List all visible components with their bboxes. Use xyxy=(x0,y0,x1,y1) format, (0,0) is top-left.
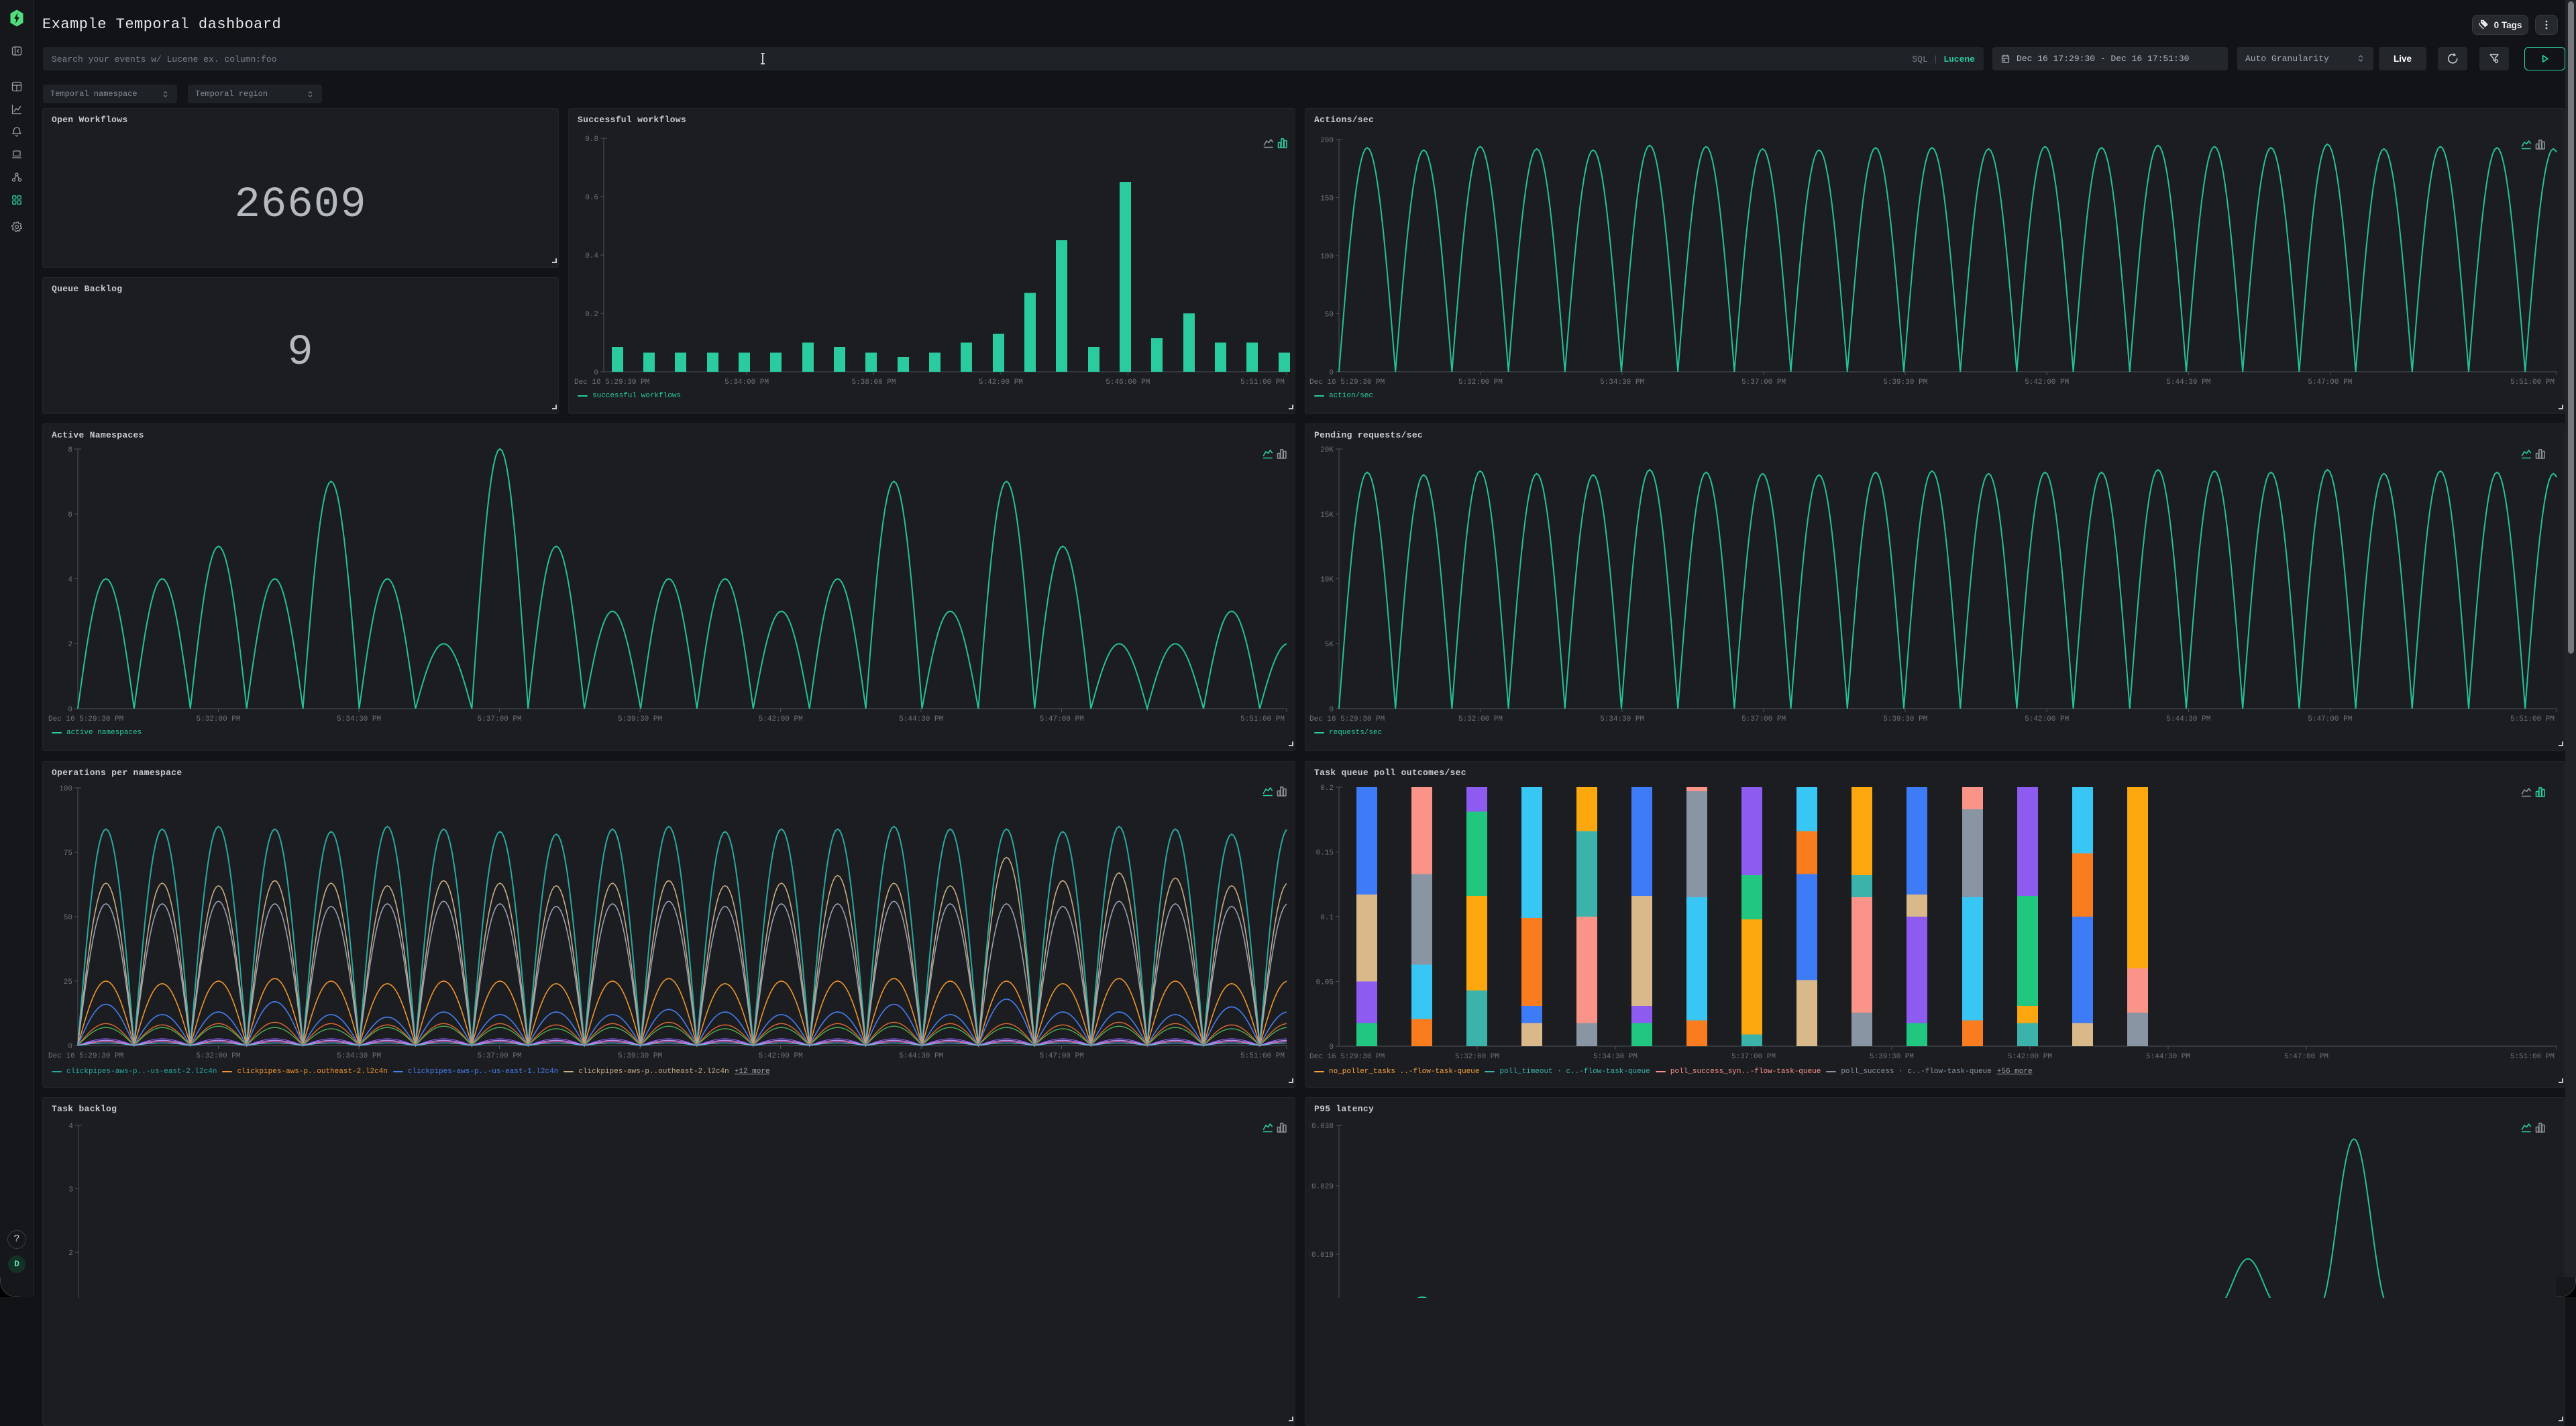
svg-text:Dec 16 5:29:30 PM: Dec 16 5:29:30 PM xyxy=(1309,715,1385,723)
svg-text:5:44:30 PM: 5:44:30 PM xyxy=(899,715,943,723)
svg-text:5:39:30 PM: 5:39:30 PM xyxy=(1870,1053,1914,1061)
svg-text:0.019: 0.019 xyxy=(1311,1252,1334,1260)
svg-text:Dec 16 5:29:30 PM: Dec 16 5:29:30 PM xyxy=(48,715,123,723)
svg-text:5:44:30 PM: 5:44:30 PM xyxy=(2166,715,2210,723)
svg-text:0: 0 xyxy=(1329,369,1334,377)
svg-text:50: 50 xyxy=(1325,311,1334,319)
svg-text:Dec 16 5:29:30 PM: Dec 16 5:29:30 PM xyxy=(574,378,649,387)
svg-text:6: 6 xyxy=(68,511,72,519)
svg-text:8: 8 xyxy=(68,446,72,454)
svg-text:0.2: 0.2 xyxy=(585,311,598,319)
svg-text:5:34:00 PM: 5:34:00 PM xyxy=(724,378,769,387)
svg-text:5:39:30 PM: 5:39:30 PM xyxy=(1883,715,1927,723)
svg-text:5:37:00 PM: 5:37:00 PM xyxy=(478,1052,522,1060)
svg-text:5:34:30 PM: 5:34:30 PM xyxy=(1593,1053,1638,1061)
svg-text:0.05: 0.05 xyxy=(1316,979,1334,987)
svg-text:5:32:00 PM: 5:32:00 PM xyxy=(1458,715,1503,723)
svg-text:0.038: 0.038 xyxy=(1311,1123,1334,1131)
svg-text:5:37:00 PM: 5:37:00 PM xyxy=(1741,378,1786,387)
svg-text:5:47:00 PM: 5:47:00 PM xyxy=(2308,715,2352,723)
svg-text:5:42:00 PM: 5:42:00 PM xyxy=(759,715,803,723)
svg-text:5:42:00 PM: 5:42:00 PM xyxy=(2025,378,2069,387)
svg-text:5:51:00 PM: 5:51:00 PM xyxy=(2510,378,2555,387)
svg-text:2: 2 xyxy=(68,641,72,649)
svg-text:5:32:00 PM: 5:32:00 PM xyxy=(196,1052,240,1060)
svg-text:15K: 15K xyxy=(1320,511,1334,519)
svg-text:5:44:30 PM: 5:44:30 PM xyxy=(899,1052,943,1060)
svg-text:0.8: 0.8 xyxy=(585,136,598,144)
svg-text:5:51:00 PM: 5:51:00 PM xyxy=(2510,715,2555,723)
svg-text:5:32:00 PM: 5:32:00 PM xyxy=(1455,1053,1499,1061)
svg-text:0.15: 0.15 xyxy=(1316,850,1334,858)
svg-text:Dec 16 5:29:30 PM: Dec 16 5:29:30 PM xyxy=(1309,378,1385,387)
svg-text:5:47:00 PM: 5:47:00 PM xyxy=(1040,1052,1084,1060)
svg-text:100: 100 xyxy=(59,785,72,793)
svg-text:150: 150 xyxy=(1320,195,1334,203)
svg-text:4: 4 xyxy=(68,576,72,584)
svg-text:2: 2 xyxy=(68,1250,73,1258)
svg-text:5:51:00 PM: 5:51:00 PM xyxy=(2510,1053,2555,1061)
svg-text:5:47:00 PM: 5:47:00 PM xyxy=(2284,1053,2328,1061)
svg-text:5:42:00 PM: 5:42:00 PM xyxy=(759,1052,803,1060)
svg-text:0.4: 0.4 xyxy=(585,252,598,260)
svg-text:5:47:00 PM: 5:47:00 PM xyxy=(2308,378,2352,387)
svg-text:5:34:30 PM: 5:34:30 PM xyxy=(1600,715,1644,723)
svg-text:5:37:00 PM: 5:37:00 PM xyxy=(478,715,522,723)
svg-text:25: 25 xyxy=(64,978,72,986)
svg-text:5:38:00 PM: 5:38:00 PM xyxy=(851,378,896,387)
svg-text:3: 3 xyxy=(68,1186,73,1194)
svg-text:5:42:00 PM: 5:42:00 PM xyxy=(979,378,1023,387)
svg-text:5:39:30 PM: 5:39:30 PM xyxy=(1883,378,1927,387)
svg-text:100: 100 xyxy=(1320,253,1334,261)
svg-text:5:51:00 PM: 5:51:00 PM xyxy=(1240,715,1285,723)
svg-text:0: 0 xyxy=(68,1043,72,1051)
svg-text:5:34:30 PM: 5:34:30 PM xyxy=(337,1052,381,1060)
svg-text:0.6: 0.6 xyxy=(585,194,598,202)
svg-text:10K: 10K xyxy=(1320,576,1334,584)
svg-text:0: 0 xyxy=(68,706,72,714)
svg-text:0: 0 xyxy=(594,369,598,377)
svg-text:200: 200 xyxy=(1320,137,1334,145)
svg-text:5:44:30 PM: 5:44:30 PM xyxy=(2146,1053,2190,1061)
svg-text:5K: 5K xyxy=(1325,641,1334,649)
svg-text:75: 75 xyxy=(64,850,72,858)
svg-text:5:51:00 PM: 5:51:00 PM xyxy=(1240,378,1285,387)
svg-text:0: 0 xyxy=(1329,1043,1334,1052)
svg-text:0.2: 0.2 xyxy=(1320,784,1334,793)
svg-text:5:37:00 PM: 5:37:00 PM xyxy=(1741,715,1786,723)
svg-text:5:44:30 PM: 5:44:30 PM xyxy=(2166,378,2210,387)
svg-text:Dec 16 5:29:30 PM: Dec 16 5:29:30 PM xyxy=(48,1052,123,1060)
svg-text:20K: 20K xyxy=(1320,446,1334,454)
svg-text:0: 0 xyxy=(1329,706,1334,714)
svg-text:50: 50 xyxy=(64,914,72,922)
svg-text:4: 4 xyxy=(68,1123,73,1131)
svg-text:5:34:30 PM: 5:34:30 PM xyxy=(337,715,381,723)
svg-text:5:47:00 PM: 5:47:00 PM xyxy=(1040,715,1084,723)
svg-text:5:39:30 PM: 5:39:30 PM xyxy=(618,715,662,723)
svg-text:5:32:00 PM: 5:32:00 PM xyxy=(1458,378,1503,387)
svg-text:0.029: 0.029 xyxy=(1311,1183,1334,1191)
svg-text:5:42:00 PM: 5:42:00 PM xyxy=(2008,1053,2052,1061)
svg-text:5:46:00 PM: 5:46:00 PM xyxy=(1106,378,1150,387)
svg-text:0.1: 0.1 xyxy=(1320,914,1334,922)
svg-text:5:34:30 PM: 5:34:30 PM xyxy=(1600,378,1644,387)
svg-text:5:42:00 PM: 5:42:00 PM xyxy=(2025,715,2069,723)
svg-text:5:39:30 PM: 5:39:30 PM xyxy=(618,1052,662,1060)
svg-text:Dec 16 5:29:30 PM: Dec 16 5:29:30 PM xyxy=(1309,1053,1385,1061)
svg-text:5:32:00 PM: 5:32:00 PM xyxy=(196,715,240,723)
svg-text:5:51:00 PM: 5:51:00 PM xyxy=(1240,1052,1285,1060)
svg-text:5:37:00 PM: 5:37:00 PM xyxy=(1731,1053,1776,1061)
